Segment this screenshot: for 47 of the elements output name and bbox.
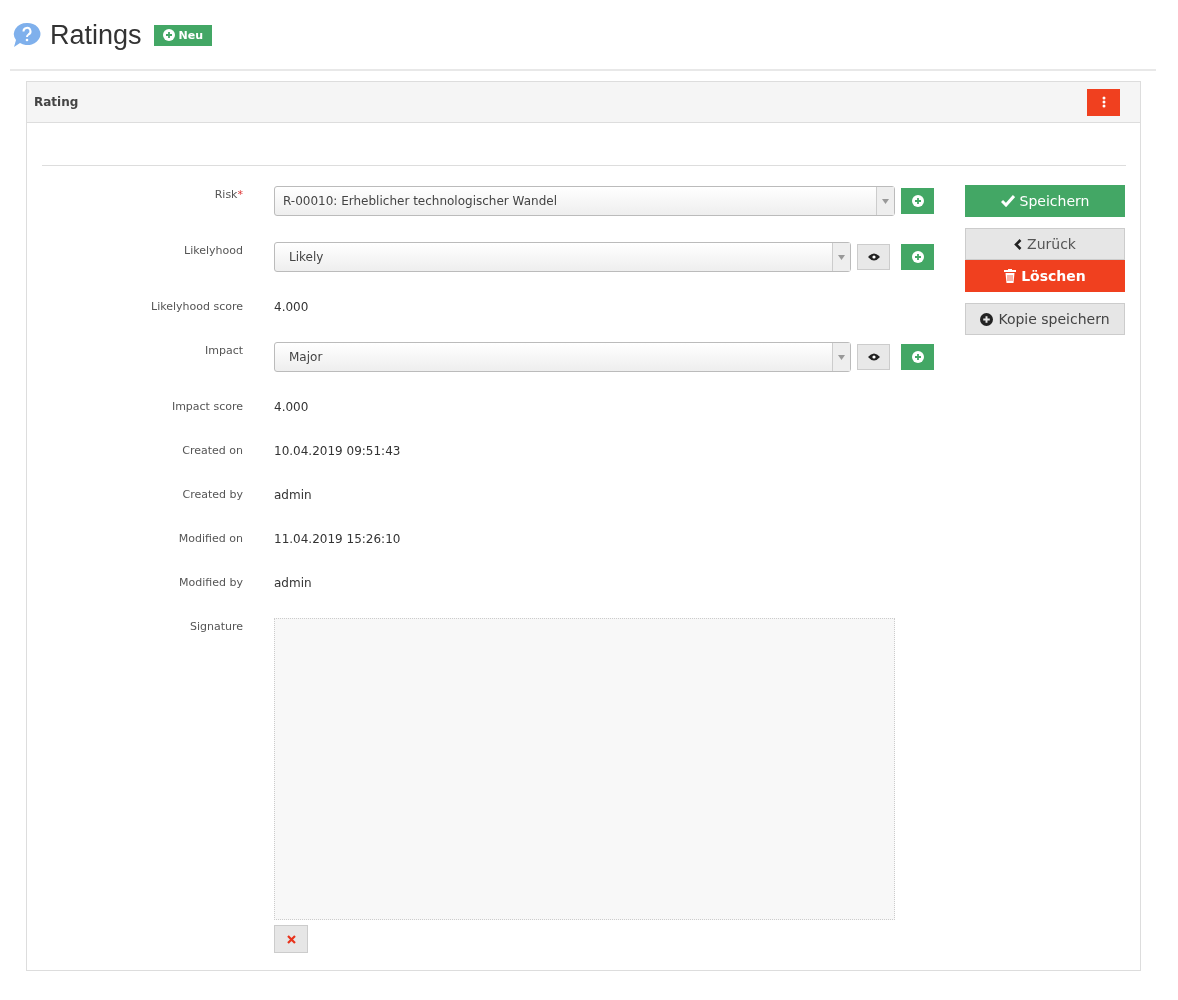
field-value: 4.000 — [274, 399, 309, 414]
trash-icon — [1004, 269, 1017, 283]
field-label: Likelyhood — [183, 243, 243, 257]
field-value: admin — [274, 575, 312, 590]
caret-icon — [838, 354, 845, 360]
caret-icon — [882, 198, 889, 204]
check-icon — [1000, 195, 1015, 207]
field-label: Likelyhood score — [150, 299, 243, 313]
field-label: Created by — [181, 487, 243, 501]
plus-circle-icon — [911, 351, 924, 363]
select-field[interactable]: Likely — [274, 242, 851, 272]
field-label: Modified by — [178, 575, 243, 589]
plus-circle-icon — [911, 195, 924, 207]
select-field[interactable]: Major — [274, 342, 851, 372]
close-icon — [286, 934, 296, 944]
field-label: Risk* — [213, 187, 243, 201]
caret-icon — [838, 254, 845, 260]
delete-button[interactable]: Löschen — [965, 260, 1125, 292]
copy-save-button[interactable]: Kopie speichern — [965, 303, 1125, 335]
field-label: Created on — [181, 443, 243, 457]
select-field[interactable]: R-00010: Erheblicher technologischer Wandel — [274, 186, 895, 216]
panel-title: Rating — [34, 95, 79, 109]
field-label: Signature — [188, 619, 243, 633]
add-button[interactable] — [901, 344, 934, 370]
field-label: Modified on — [177, 531, 243, 545]
field-value: 4.000 — [274, 299, 309, 314]
chevron-left-icon — [1014, 238, 1023, 250]
field-value: 11.04.2019 15:26:10 — [274, 531, 401, 546]
view-button[interactable] — [857, 344, 890, 370]
page-title: Ratings — [50, 19, 142, 51]
field-label: Impact — [203, 343, 243, 357]
menu-button[interactable] — [1087, 88, 1120, 116]
help-bubble-icon — [12, 22, 42, 48]
eye-icon — [867, 353, 880, 361]
field-value: 10.04.2019 09:51:43 — [274, 443, 401, 458]
dots-vertical-icon — [1101, 96, 1106, 108]
clear-button[interactable] — [274, 925, 308, 953]
field-label: Impact score — [170, 399, 243, 413]
back-button[interactable]: Zurück — [965, 228, 1125, 260]
add-button[interactable] — [901, 188, 934, 214]
view-button[interactable] — [857, 244, 890, 270]
plus-circle-icon — [980, 312, 994, 326]
plus-circle-icon — [911, 251, 924, 263]
eye-icon — [867, 253, 880, 261]
field-value: admin — [274, 487, 312, 502]
add-button[interactable] — [901, 244, 934, 270]
plus-circle-icon — [162, 29, 175, 41]
